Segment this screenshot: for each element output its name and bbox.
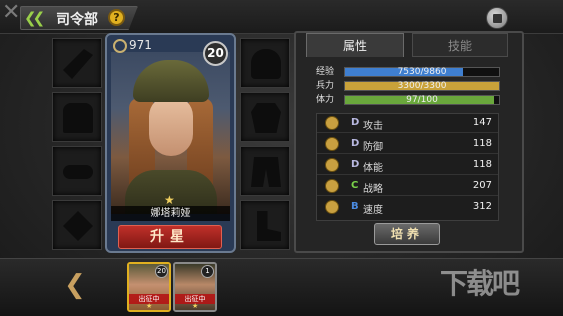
pants-icon <box>251 157 281 187</box>
star-icon: ★ <box>164 193 175 207</box>
equip-slot-belt[interactable] <box>52 146 102 196</box>
boots-icon <box>257 211 281 241</box>
equip-slot-gloves[interactable] <box>52 92 102 142</box>
jacket-icon <box>251 103 281 133</box>
stat-value: 147 <box>472 117 492 128</box>
star-icon: ★ <box>146 302 153 310</box>
equip-slot-pants[interactable] <box>240 146 290 196</box>
stat-row-defense: D 防御 118 <box>317 135 498 154</box>
stat-grade: D <box>351 138 360 149</box>
roster-level: 20 <box>155 265 168 278</box>
belt-icon <box>63 165 93 179</box>
train-button[interactable]: 培养 <box>374 223 440 245</box>
help-button[interactable]: ? <box>108 9 125 26</box>
stat-name: 防御 <box>363 142 383 153</box>
stat-row-attack: D 攻击 147 <box>317 114 498 133</box>
stat-grade: B <box>351 201 359 212</box>
upgrade-star-button[interactable]: 升星 <box>118 225 222 249</box>
rifle-icon <box>63 49 93 79</box>
save-icon[interactable] <box>486 7 508 29</box>
back-button[interactable]: ❮❮ <box>24 8 50 28</box>
stat-value: 207 <box>472 180 492 191</box>
officer-portrait <box>111 52 230 214</box>
stat-grade: C <box>351 180 359 191</box>
corner-decoration-icon: ✕ <box>2 0 21 25</box>
stat-name: 速度 <box>363 205 383 216</box>
glove-icon <box>63 103 93 133</box>
stat-row-physique: D 体能 118 <box>317 156 498 175</box>
officer-name: 娜塔莉娅 <box>111 206 230 221</box>
equip-slot-weapon[interactable] <box>52 38 102 88</box>
helmet-icon <box>251 49 281 79</box>
level-badge: 20 <box>203 41 228 66</box>
stat-grade: D <box>351 117 360 128</box>
bar-label: 体力 <box>316 95 335 105</box>
bar-label: 经验 <box>316 67 335 77</box>
stat-name: 战略 <box>363 184 383 195</box>
stat-name: 体能 <box>363 163 383 174</box>
stat-row-speed: B 速度 312 <box>317 198 498 217</box>
fist-icon <box>325 158 339 172</box>
stat-name: 攻击 <box>363 121 383 132</box>
roster-level: 1 <box>201 265 214 278</box>
equip-slot-accessory[interactable] <box>52 200 102 250</box>
watermark-logo: 下载吧 <box>440 267 520 300</box>
stat-grade: D <box>351 159 360 170</box>
tab-attributes[interactable]: 属性 <box>306 33 404 57</box>
equip-slot-helmet[interactable] <box>240 38 290 88</box>
accessory-icon <box>63 211 93 241</box>
crosshair-icon <box>325 116 339 130</box>
power-value: 971 <box>129 38 152 52</box>
roster-officer-2[interactable]: 1 出征中 ★ <box>173 262 217 312</box>
star-icon: ★ <box>192 302 199 310</box>
roster-officer-1[interactable]: 20 出征中 ★ <box>127 262 171 312</box>
equip-slot-boots[interactable] <box>240 200 290 250</box>
stat-value: 118 <box>472 159 492 170</box>
bar-value: 7530/9860 <box>397 67 447 77</box>
stat-row-strategy: C 战略 207 <box>317 177 498 196</box>
strategy-icon <box>325 179 339 193</box>
stat-value: 118 <box>472 138 492 149</box>
page-title: 司令部 <box>56 12 98 28</box>
equip-slot-jacket[interactable] <box>240 92 290 142</box>
top-bar: ✕ ❮❮ 司令部 ? <box>0 0 563 34</box>
speed-icon <box>325 200 339 214</box>
scroll-left-arrow-icon[interactable]: ❮ <box>64 270 86 300</box>
stat-value: 312 <box>472 201 492 212</box>
shield-icon <box>325 137 339 151</box>
bar-value: 3300/3300 <box>397 81 447 91</box>
game-screen: ✕ ❮❮ 司令部 ? 971 20 ★ 娜塔莉娅 升星 属性 技能 经验 753… <box>0 0 563 316</box>
tab-skills[interactable]: 技能 <box>412 33 508 57</box>
crosshair-icon <box>113 39 127 53</box>
bar-value: 97/100 <box>406 95 438 105</box>
bar-label: 兵力 <box>316 81 335 91</box>
